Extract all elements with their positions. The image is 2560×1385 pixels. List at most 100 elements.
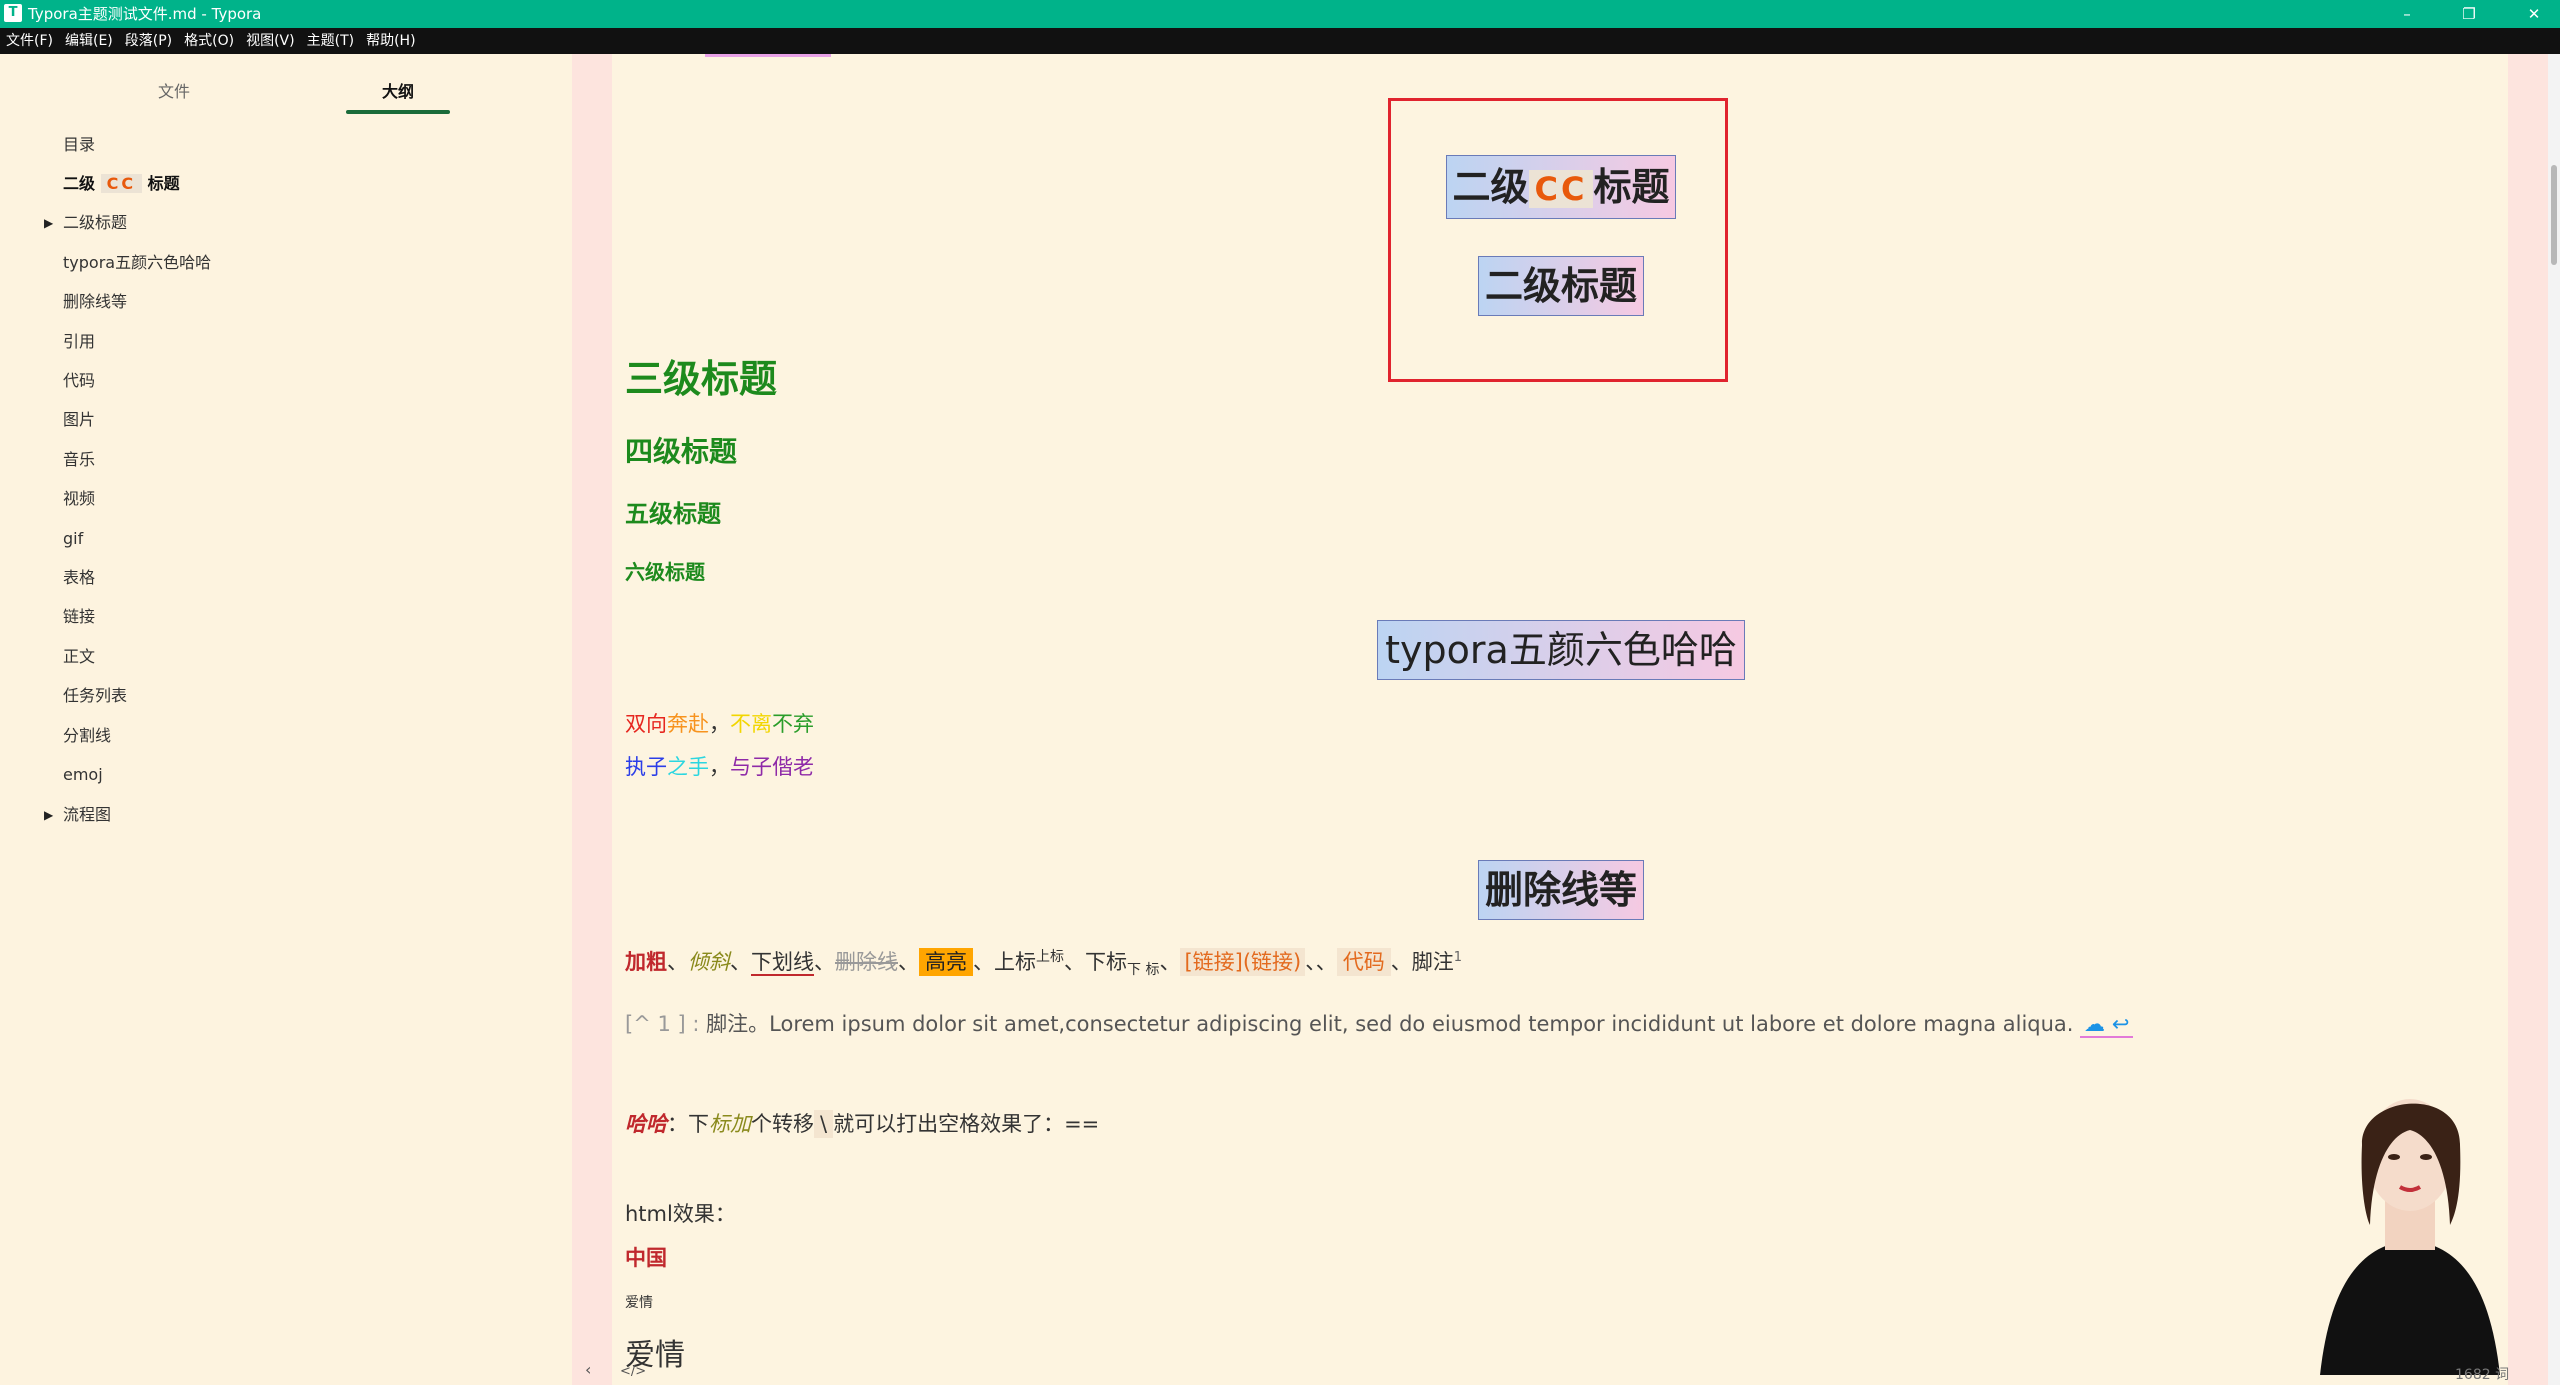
separator: 、: [898, 950, 919, 974]
scrolled-element-edge: [705, 54, 831, 57]
outline-item-h2-cc[interactable]: 二级 CC 标题: [63, 173, 180, 195]
html-strong-china: 中国: [625, 1246, 667, 1270]
editor-right-margin: [2508, 54, 2548, 1385]
inline-code: 代码: [1336, 948, 1391, 976]
footnote-backref[interactable]: ☁ ↩: [2080, 1012, 2134, 1038]
text-red: 双向: [625, 712, 667, 736]
sup-base: 上标: [994, 950, 1036, 974]
outline-item-colorful[interactable]: typora五颜六色哈哈: [63, 252, 211, 274]
title-bar: T Typora主题测试文件.md - Typora – ❐ ✕: [0, 0, 2560, 28]
heading-h4: 四级标题: [625, 435, 738, 468]
superscript-text: 上标: [1036, 949, 1064, 965]
text-comma: ，: [709, 712, 730, 736]
menu-edit[interactable]: 编辑(E): [59, 28, 119, 54]
outline-item-code[interactable]: 代码: [63, 370, 95, 392]
html-effect-label: html效果：: [625, 1202, 736, 1226]
text-segment: 就可以打出空格效果了：==: [833, 1112, 1100, 1136]
outline-item-link[interactable]: 链接: [63, 606, 95, 628]
html-small-text: 爱情: [625, 1295, 653, 1311]
separator: 、: [1390, 950, 1412, 974]
text-orange: 奔赴: [667, 712, 709, 736]
outline-label-pre: 二级: [63, 174, 96, 193]
text-purple: 与子偕老: [730, 755, 814, 779]
footnote-label: [^ 1 ] :: [625, 1012, 700, 1036]
inline-code: \: [814, 1110, 834, 1138]
tab-outline[interactable]: 大纲: [328, 78, 468, 102]
separator: 、: [973, 950, 994, 974]
restore-icon[interactable]: ❐: [2446, 0, 2492, 28]
heading-h2: 二级标题: [1478, 256, 1644, 316]
text-yellow: 不离: [730, 712, 772, 736]
separator: 、: [1159, 950, 1181, 974]
scrollbar-thumb[interactable]: [2551, 165, 2557, 265]
editor-left-margin: [572, 54, 612, 1385]
text-cyan: 之手: [667, 755, 709, 779]
sub-base: 下标: [1085, 950, 1127, 974]
heading-h5: 五级标题: [625, 500, 721, 528]
sidebar-toggle-icon[interactable]: ‹: [585, 1360, 591, 1379]
separator: 、: [667, 950, 688, 974]
colorful-line-2: 执子之手，与子偕老: [625, 751, 814, 781]
outline-item-gif[interactable]: gif: [63, 528, 83, 550]
formatting-line: 加粗、倾斜、下划线、删除线、 高亮 、上标上标、下标下 标、 [链接](链接)、、 代码…: [625, 946, 1462, 979]
decorative-portrait-image: [2320, 1099, 2500, 1375]
outline-item-table[interactable]: 表格: [63, 567, 95, 589]
menu-format[interactable]: 格式(O): [178, 28, 240, 54]
source-code-mode-icon[interactable]: </>: [620, 1364, 646, 1379]
word-count[interactable]: 1682 词: [2455, 1364, 2509, 1384]
active-tab-indicator: [346, 110, 450, 114]
outline-item-tasks[interactable]: 任务列表: [63, 685, 127, 707]
separator: 、: [730, 950, 751, 974]
separator: 、: [1064, 950, 1085, 974]
separator: 、、: [1305, 950, 1337, 974]
bold-text: 加粗: [625, 950, 667, 974]
typora-app-icon: T: [4, 4, 22, 22]
link-text[interactable]: [链接](链接): [1180, 948, 1306, 976]
footnote-body: 脚注。Lorem ipsum dolor sit amet,consectetu…: [706, 1012, 2074, 1036]
footnote-text: 脚注: [1411, 950, 1454, 974]
footnote-ref[interactable]: 1: [1454, 950, 1462, 965]
outline-item-body[interactable]: 正文: [63, 646, 95, 668]
expand-triangle-icon[interactable]: ▶: [44, 216, 53, 230]
outline-item-quote[interactable]: 引用: [63, 331, 95, 353]
text-blue: 执子: [625, 755, 667, 779]
tab-files[interactable]: 文件: [104, 78, 244, 102]
menu-help[interactable]: 帮助(H): [360, 28, 421, 54]
footnote-definition: [^ 1 ] : 脚注。Lorem ipsum dolor sit amet,c…: [625, 1008, 2134, 1038]
heading-h6: 六级标题: [625, 560, 705, 584]
text-green: 不弃: [772, 712, 814, 736]
separator: 、: [814, 950, 835, 974]
menu-view[interactable]: 视图(V): [240, 28, 301, 54]
return-icon: ↩: [2111, 1012, 2130, 1036]
strong-text: 哈哈: [625, 1112, 667, 1136]
h2-cc-mid: CC: [1528, 170, 1594, 208]
expand-triangle-icon[interactable]: ▶: [44, 808, 53, 822]
text-segment: ：下: [667, 1112, 709, 1136]
heading-h2-strike: 删除线等: [1478, 860, 1644, 920]
outline-item-h2[interactable]: 二级标题: [63, 212, 127, 234]
heading-h3: 三级标题: [625, 357, 778, 401]
italic-text: 标加: [709, 1112, 751, 1136]
outline-item-strike[interactable]: 删除线等: [63, 291, 127, 313]
subscript-text: 下 标: [1127, 962, 1160, 979]
outline-item-music[interactable]: 音乐: [63, 449, 95, 471]
outline-item-emoj[interactable]: emoj: [63, 764, 103, 786]
heading-h2-cc: 二级 CC 标题: [1446, 155, 1676, 219]
menu-paragraph[interactable]: 段落(P): [119, 28, 178, 54]
close-icon[interactable]: ✕: [2508, 0, 2560, 28]
text-comma: ，: [709, 755, 730, 779]
outline-item-image[interactable]: 图片: [63, 409, 95, 431]
menu-theme[interactable]: 主题(T): [301, 28, 360, 54]
outline-item-flowchart[interactable]: 流程图: [63, 804, 111, 826]
menu-file[interactable]: 文件(F): [0, 28, 59, 54]
cloud-icon: ☁: [2084, 1012, 2106, 1036]
minimize-icon[interactable]: –: [2384, 0, 2430, 28]
outline-item-hr[interactable]: 分割线: [63, 725, 111, 747]
outline-label-post: 标题: [147, 174, 180, 193]
outline-item-video[interactable]: 视频: [63, 488, 95, 510]
text-segment: 个转移: [751, 1112, 814, 1136]
sidebar: 文件 大纲 目录 二级 CC 标题 ▶ 二级标题 typora五颜六色哈哈 删除…: [0, 54, 572, 1385]
strike-text: 删除线: [835, 950, 898, 974]
outline-item-toc[interactable]: 目录: [63, 134, 95, 156]
colorful-line-1: 双向奔赴，不离不弃: [625, 708, 814, 738]
